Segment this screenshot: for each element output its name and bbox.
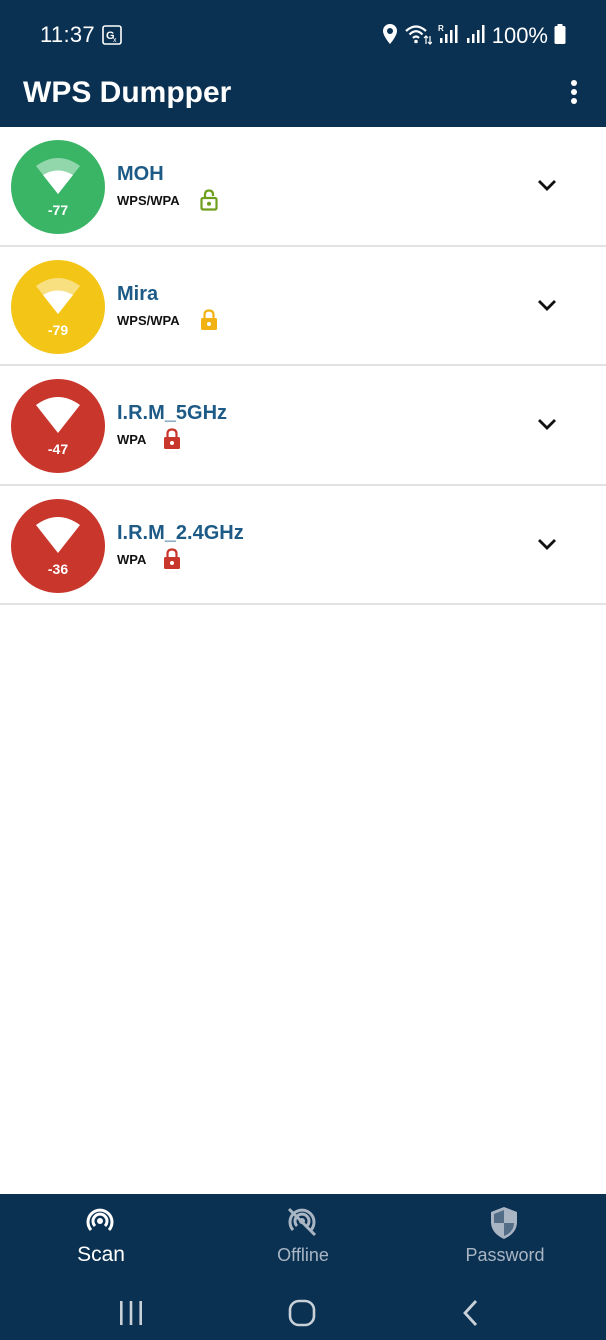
lock-icon (163, 428, 181, 455)
tab-offline[interactable]: Offline (202, 1194, 404, 1274)
wifi-icon (404, 23, 433, 50)
more-vert-icon[interactable] (562, 78, 586, 108)
status-bar: 11:37 G x R 100% (0, 0, 606, 70)
signal-strength: -36 (47, 560, 69, 577)
tab-scan-label: Scan (77, 1243, 125, 1266)
tab-scan[interactable]: Scan (0, 1194, 202, 1274)
tab-offline-label: Offline (277, 1245, 329, 1265)
wifi-signal-icon (36, 397, 80, 433)
signal-strength: -79 (47, 321, 69, 338)
signal-strength: -77 (47, 202, 69, 218)
signal-badge: -79 (11, 259, 105, 354)
tab-password-label: Password (465, 1245, 545, 1265)
chevron-down-icon[interactable] (536, 297, 558, 313)
network-list: -77 MOH WPS/WPA -79 Mira WPS/WPA -47 I.R… (0, 127, 606, 605)
chevron-down-icon[interactable] (536, 177, 558, 193)
chevron-down-icon[interactable] (536, 536, 558, 552)
network-item[interactable]: -79 Mira WPS/WPA (0, 247, 606, 366)
wifi-signal-icon (36, 158, 80, 194)
network-security: WPS/WPA (117, 312, 180, 328)
location-icon (382, 23, 398, 50)
signal-badge: -36 (11, 498, 105, 593)
translate-icon: G x (102, 25, 122, 50)
battery-percent: 100% (491, 23, 548, 48)
signal-badge: -47 (11, 379, 105, 473)
bottom-nav: Scan Offline Password (0, 1194, 606, 1274)
shield-icon (491, 1207, 517, 1239)
battery-icon (554, 23, 566, 50)
network-name: Mira (117, 282, 159, 305)
network-item[interactable]: -47 I.R.M_5GHz WPA (0, 366, 606, 486)
wifi-signal-icon (36, 516, 80, 553)
tab-password[interactable]: Password (404, 1194, 606, 1274)
svg-text:x: x (113, 37, 117, 44)
unlocked-lock-icon (200, 189, 218, 216)
status-icons: R 100% (382, 22, 566, 50)
network-name: I.R.M_2.4GHz (117, 521, 244, 544)
app-bar: WPS Dumpper (0, 70, 606, 127)
network-name: MOH (117, 163, 164, 185)
network-item[interactable]: -77 MOH WPS/WPA (0, 127, 606, 247)
network-item[interactable]: -36 I.R.M_2.4GHz WPA (0, 486, 606, 605)
signal-icon (466, 23, 486, 50)
wifi-signal-icon (36, 277, 80, 314)
network-security: WPA (117, 551, 147, 567)
signal-badge: -77 (11, 140, 105, 234)
app-title: WPS Dumpper (23, 76, 232, 109)
offline-icon (287, 1207, 317, 1237)
signal-strength: -47 (47, 441, 69, 457)
back-icon[interactable] (461, 1299, 481, 1327)
signal-r-icon: R (438, 23, 460, 50)
network-name: I.R.M_5GHz (117, 402, 228, 424)
status-time: 11:37 (40, 22, 95, 47)
scan-icon (86, 1208, 114, 1231)
network-security: WPA (117, 432, 147, 447)
lock-icon (200, 308, 218, 336)
lock-icon (163, 547, 181, 575)
network-security: WPS/WPA (117, 193, 180, 208)
chevron-down-icon[interactable] (536, 416, 558, 432)
svg-text:R: R (438, 24, 444, 33)
system-nav-bar (0, 1274, 606, 1340)
recent-apps-icon[interactable] (118, 1300, 144, 1326)
home-icon[interactable] (288, 1299, 316, 1327)
